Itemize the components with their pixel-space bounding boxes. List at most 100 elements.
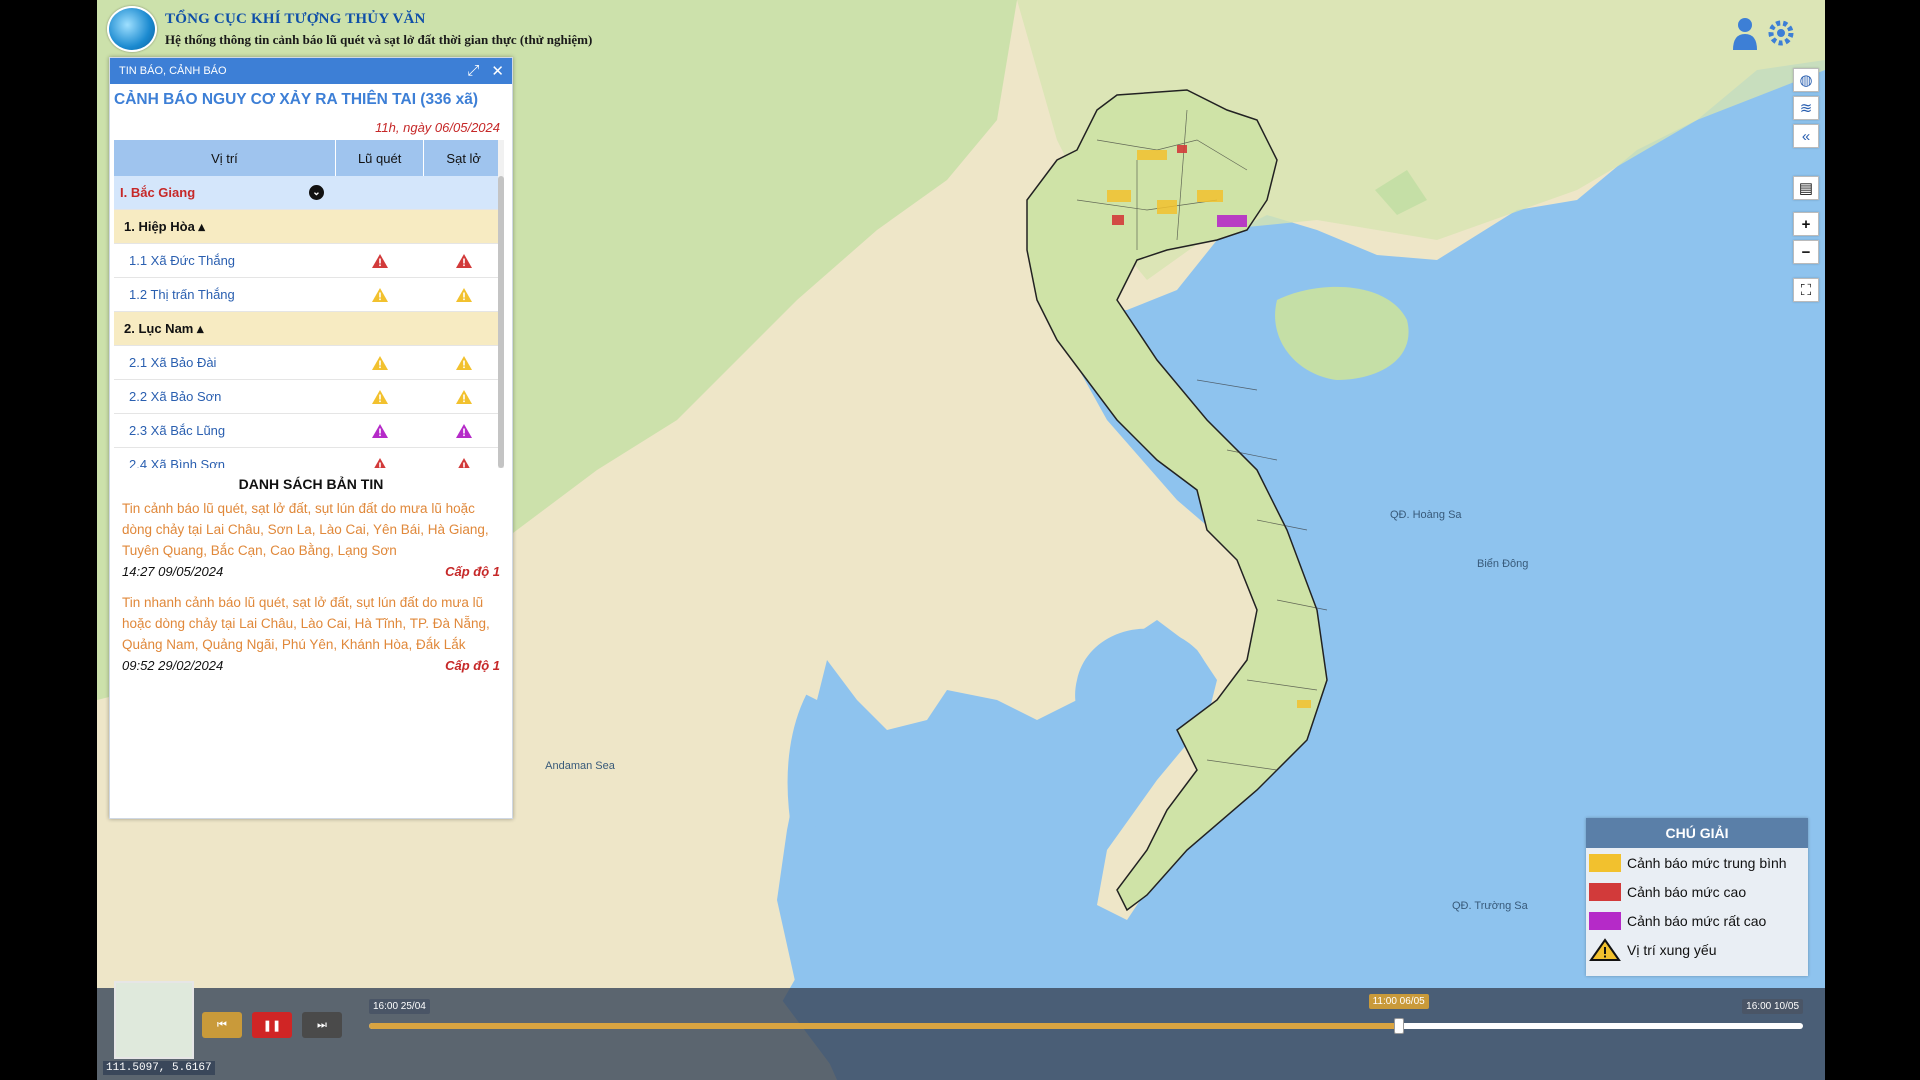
layers-icon[interactable]: ≋ (1793, 96, 1819, 120)
prev-button[interactable]: ⏮ (202, 1012, 242, 1038)
legend-swatch (1589, 882, 1621, 901)
news-item[interactable]: Tin cảnh báo lũ quét, sạt lở đất, sụt lú… (110, 498, 512, 592)
warning-icon (374, 457, 387, 468)
col-landslide: Sạt lở (424, 140, 504, 176)
row-landslide (424, 287, 504, 303)
news-level: Cấp độ 1 (445, 564, 500, 579)
user-icon[interactable] (1731, 16, 1759, 50)
timeline-end-label: 16:00 10/05 (1742, 999, 1803, 1014)
app-header: TỔNG CỤC KHÍ TƯỢNG THỦY VĂN Hệ thống thô… (107, 6, 592, 52)
row-location: 1.2 Thị trấn Thắng (114, 287, 336, 302)
row-landslide (424, 389, 504, 405)
row-landslide (424, 253, 504, 269)
zoom-in-button[interactable]: + (1793, 212, 1819, 236)
warning-icon (456, 287, 473, 302)
chevron-down-icon[interactable]: ⌄ (308, 185, 324, 200)
row-location: I. Bắc Giang ⌄ (114, 185, 336, 200)
row-label: 1. Hiệp Hòa ▴ (124, 218, 205, 234)
warning-icon (458, 457, 471, 468)
row-flash-flood (336, 287, 425, 303)
row-label: 2.1 Xã Bảo Đài (129, 355, 217, 370)
row-label: 2.3 Xã Bắc Lũng (129, 423, 226, 438)
row-label: 2.2 Xã Bảo Sơn (129, 389, 222, 404)
settings-gear-icon[interactable] (1765, 18, 1797, 48)
next-button[interactable]: ⏭ (302, 1012, 342, 1038)
row-flash-flood (336, 423, 425, 439)
warning-icon (456, 253, 473, 268)
row-flash-flood (336, 253, 425, 269)
panel-date: 11h, ngày 06/05/2024 (375, 120, 500, 135)
print-icon[interactable]: ▤ (1793, 176, 1819, 200)
map-label-truong-sa: QĐ. Trường Sa (1452, 900, 1528, 912)
timeline-track[interactable] (369, 1023, 1803, 1029)
row-location: 2.1 Xã Bảo Đài (114, 355, 336, 370)
news-item[interactable]: Tin nhanh cảnh báo lũ quét, sạt lở đất, … (110, 592, 512, 686)
row-flash-flood (336, 355, 425, 371)
basemap-globe-icon[interactable]: ◍ (1793, 68, 1819, 92)
map-app: TỔNG CỤC KHÍ TƯỢNG THỦY VĂN Hệ thống thô… (97, 0, 1825, 1080)
legend-item: Cảnh báo mức trung bình (1586, 848, 1808, 877)
row-landslide (424, 355, 504, 371)
timeline-current-label: 11:00 06/05 (1368, 994, 1429, 1009)
panel-tab-label: TIN BÁO, CẢNH BÁO (119, 65, 227, 77)
top-right-tools (1731, 16, 1797, 50)
panel-heading: CẢNH BÁO NGUY CƠ XẢY RA THIÊN TAI (336 x… (114, 91, 479, 108)
row-landslide (424, 457, 504, 468)
table-row[interactable]: 1.1 Xã Đức Thắng (114, 244, 504, 278)
collapse-icon[interactable]: « (1793, 124, 1819, 148)
timeline-bar (97, 988, 1825, 1080)
legend-label: Cảnh báo mức trung bình (1627, 854, 1787, 871)
app-title: TỔNG CỤC KHÍ TƯỢNG THỦY VĂN (165, 10, 426, 27)
table-row[interactable]: 1.2 Thị trấn Thắng (114, 278, 504, 312)
alert-panel: TIN BÁO, CẢNH BÁO ⤢ ✕ CẢNH BÁO NGUY CƠ XẢ… (109, 57, 513, 819)
alert-table: Vị trí Lũ quét Sạt lở I. Bắc Giang ⌄ 1. Hi… (114, 140, 504, 468)
zoom-out-button[interactable]: − (1793, 240, 1819, 264)
fullscreen-icon[interactable]: ⛶ (1793, 278, 1819, 302)
row-location: 2.2 Xã Bảo Sơn (114, 389, 336, 404)
warning-icon (372, 355, 389, 370)
expand-icon[interactable]: ⤢ (467, 62, 479, 80)
timeline-handle[interactable] (1393, 1018, 1404, 1034)
table-row[interactable]: I. Bắc Giang ⌄ (114, 176, 504, 210)
legend-item: Vị trí xung yếu (1586, 935, 1808, 964)
col-flash-flood: Lũ quét (336, 140, 425, 176)
news-text: Tin nhanh cảnh báo lũ quét, sạt lở đất, … (122, 595, 490, 652)
legend-item: Cảnh báo mức rất cao (1586, 906, 1808, 935)
news-text: Tin cảnh báo lũ quét, sạt lở đất, sụt lú… (122, 501, 489, 558)
row-location: 1.1 Xã Đức Thắng (114, 253, 336, 268)
panel-titlebar: TIN BÁO, CẢNH BÁO ⤢ ✕ (110, 58, 512, 84)
news-level: Cấp độ 1 (445, 658, 500, 673)
app-subtitle: Hệ thống thông tin cảnh báo lũ quét và s… (165, 31, 593, 47)
legend-label: Cảnh báo mức rất cao (1627, 912, 1767, 929)
table-body: I. Bắc Giang ⌄ 1. Hiệp Hòa ▴ 1.1 Xã Đức Thắ… (114, 176, 504, 468)
legend-swatch (1589, 911, 1621, 930)
minimap-thumbnail[interactable] (114, 981, 194, 1059)
map-label-bien-dong: Biển Đông (1477, 558, 1529, 570)
pause-button[interactable]: ❚❚ (252, 1012, 292, 1038)
legend-label: Cảnh báo mức cao (1627, 883, 1747, 900)
table-row[interactable]: 2.3 Xã Bắc Lũng (114, 414, 504, 448)
timeline-progress-fill (369, 1023, 1399, 1029)
table-row[interactable]: 2.2 Xã Bảo Sơn (114, 380, 504, 414)
table-scrollbar[interactable] (498, 140, 504, 468)
warning-icon (372, 253, 389, 268)
map-label-hoang-sa: QĐ. Hoàng Sa (1390, 509, 1462, 521)
table-row[interactable]: 1. Hiệp Hòa ▴ (114, 210, 504, 244)
row-location: 1. Hiệp Hòa ▴ (114, 219, 336, 235)
row-label: 2. Lục Nam ▴ (124, 320, 204, 336)
map-label-andaman: Andaman Sea (545, 760, 615, 772)
row-label: 1.2 Thị trấn Thắng (129, 287, 235, 302)
table-row[interactable]: 2.1 Xã Bảo Đài (114, 346, 504, 380)
news-list-heading: DANH SÁCH BẢN TIN (238, 476, 384, 492)
row-landslide (424, 423, 504, 439)
row-location: 2.4 Xã Bình Sơn (114, 457, 336, 468)
news-time: 09:52 29/02/2024 (122, 658, 224, 673)
close-icon[interactable]: ✕ (491, 62, 504, 80)
legend-item: Cảnh báo mức cao (1586, 877, 1808, 906)
row-location: 2. Lục Nam ▴ (114, 321, 336, 337)
table-header: Vị trí Lũ quét Sạt lở (114, 140, 504, 176)
agency-logo (107, 6, 157, 52)
table-row[interactable]: 2. Lục Nam ▴ (114, 312, 504, 346)
table-row[interactable]: 2.4 Xã Bình Sơn (114, 448, 504, 468)
row-flash-flood (336, 457, 425, 468)
